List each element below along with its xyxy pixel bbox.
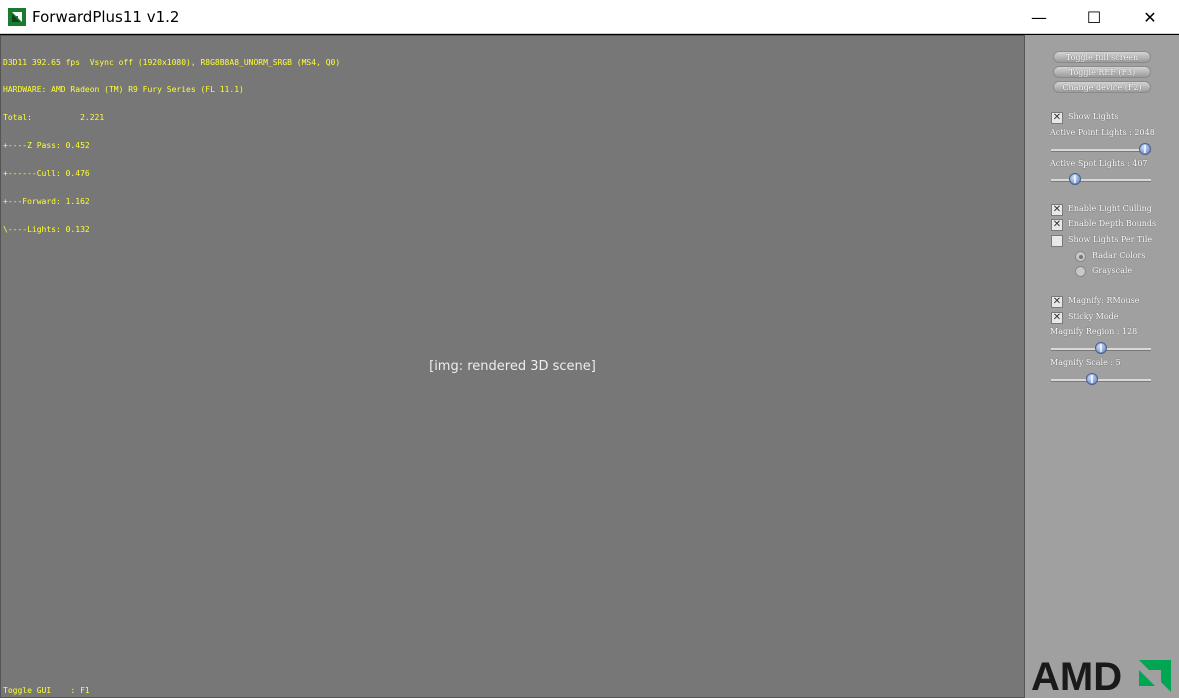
radar-colors-radio[interactable]: [1075, 251, 1086, 262]
slider-thumb[interactable]: [1139, 143, 1151, 155]
grayscale-radio[interactable]: [1075, 266, 1086, 277]
show-lights-checkbox[interactable]: ✕: [1051, 112, 1063, 124]
magnify-region-slider[interactable]: [1051, 342, 1151, 354]
slider-thumb[interactable]: [1068, 173, 1081, 185]
slider-thumb[interactable]: [1086, 373, 1099, 385]
amd-logo: AMD: [1031, 656, 1171, 696]
settings-panel: Toggle full screen Toggle REF (F3) Chang…: [1025, 35, 1179, 698]
show-lights-label: Show Lights: [1068, 112, 1119, 121]
grayscale-label: Grayscale: [1092, 266, 1133, 275]
slider-thumb[interactable]: [1095, 342, 1107, 354]
change-device-button[interactable]: Change device (F2): [1053, 81, 1151, 93]
active-point-lights-slider[interactable]: [1051, 143, 1151, 155]
magnify-label: Magnify: RMouse: [1068, 296, 1140, 305]
amd-logo-text: AMD: [1031, 656, 1122, 696]
enable-depth-bounds-checkbox[interactable]: ✕: [1051, 219, 1063, 231]
window-title: ForwardPlus11 v1.2: [32, 8, 180, 26]
render-viewport[interactable]: [img: rendered 3D scene] D3D11 392.65 fp…: [0, 35, 1025, 698]
maximize-icon: ☐: [1086, 7, 1102, 27]
sticky-mode-checkbox[interactable]: ✕: [1051, 312, 1063, 324]
amd-arrow-icon: [1139, 660, 1171, 692]
magnify-scale-slider[interactable]: [1051, 373, 1151, 385]
enable-light-culling-checkbox[interactable]: ✕: [1051, 204, 1063, 216]
enable-light-culling-label: Enable Light Culling: [1068, 204, 1152, 213]
hud-line-lights: \----Lights: 0.132: [3, 224, 90, 234]
enable-depth-bounds-label: Enable Depth Bounds: [1068, 219, 1157, 228]
sticky-mode-label: Sticky Mode: [1068, 312, 1119, 321]
hud-line-total: Total: 2.221: [3, 113, 105, 123]
toggle-ref-button[interactable]: Toggle REF (F3): [1053, 66, 1151, 78]
magnify-scale-label: Magnify Scale : 5: [1050, 358, 1121, 367]
magnify-region-label: Magnify Region : 128: [1050, 327, 1138, 336]
hud-line-hardware: HARDWARE: AMD Radeon (TM) R9 Fury Series…: [3, 85, 244, 95]
show-lights-per-tile-label: Show Lights Per Tile: [1068, 235, 1153, 244]
hud-line-fps: D3D11 392.65 fps Vsync off (1920x1080), …: [3, 57, 341, 67]
minimize-button[interactable]: —: [1011, 0, 1067, 34]
magnify-checkbox[interactable]: ✕: [1051, 296, 1063, 308]
show-lights-per-tile-checkbox[interactable]: [1051, 235, 1063, 247]
active-spot-lights-slider[interactable]: [1051, 173, 1151, 185]
active-spot-lights-label: Active Spot Lights : 407: [1050, 159, 1148, 168]
toggle-gui-hint: Toggle GUI : F1: [3, 686, 90, 695]
title-bar: ForwardPlus11 v1.2 — ☐ ✕: [0, 0, 1179, 34]
minimize-icon: —: [1031, 7, 1047, 27]
stats-overlay: D3D11 392.65 fps Vsync off (1920x1080), …: [3, 39, 340, 253]
radar-colors-label: Radar Colors: [1092, 251, 1146, 260]
hud-line-forward: +---Forward: 1.162: [3, 197, 90, 207]
active-point-lights-label: Active Point Lights : 2048: [1050, 128, 1155, 137]
hud-line-cull: +------Cull: 0.476: [3, 169, 90, 179]
toggle-full-screen-button[interactable]: Toggle full screen: [1053, 51, 1151, 63]
app-icon: [8, 8, 26, 26]
close-icon: ✕: [1143, 7, 1157, 27]
close-button[interactable]: ✕: [1122, 0, 1178, 34]
hud-line-zpass: +----Z Pass: 0.452: [3, 141, 90, 151]
maximize-button[interactable]: ☐: [1066, 0, 1122, 34]
